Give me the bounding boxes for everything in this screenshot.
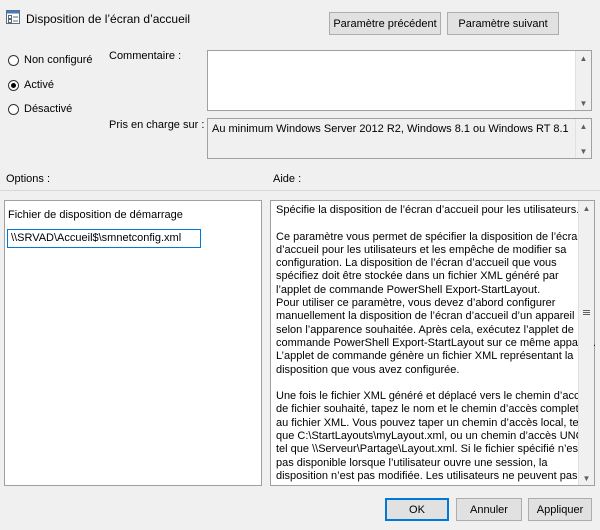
help-line: tel que \\Serveur\Partage\Layout.xml. Si… — [276, 443, 582, 456]
scroll-down-icon[interactable]: ▼ — [579, 471, 594, 485]
help-line: pas disponible lorsque l’utilisateur ouv… — [276, 456, 548, 469]
dialog-title: Disposition de l’écran d’accueil — [26, 12, 191, 26]
radio-button[interactable] — [8, 54, 19, 66]
help-line — [276, 377, 574, 390]
radio-label: Désactivé — [24, 103, 73, 115]
help-line: au fichier XML. Vous pouvez taper un che… — [276, 416, 582, 429]
comment-scrollbar[interactable]: ▲ ▼ — [575, 51, 591, 110]
scroll-thumb-grip-icon[interactable] — [583, 309, 590, 316]
layout-file-input[interactable]: \\SRVAD\Accueil$\smnetconfig.xml — [7, 229, 201, 248]
help-line: spécifiez doit être stockée dans un fich… — [276, 270, 559, 283]
help-line: manuellement la disposition de l’écran d… — [276, 310, 575, 323]
help-line — [276, 217, 574, 230]
help-line: L’applet de commande génère un fichier X… — [276, 350, 574, 363]
radio-disabled[interactable]: Désactivé — [8, 103, 72, 115]
help-line: Pour utiliser ce paramètre, vous devez d… — [276, 297, 556, 310]
comment-textarea[interactable]: ▲ ▼ — [207, 50, 592, 111]
radio-button[interactable] — [8, 79, 19, 91]
apply-button[interactable]: Appliquer — [528, 498, 592, 521]
supported-on-box: Au minimum Windows Server 2012 R2, Windo… — [207, 118, 592, 159]
radio-button[interactable] — [8, 103, 19, 115]
scroll-down-icon[interactable]: ▼ — [576, 96, 591, 110]
radio-enabled[interactable]: Activé — [8, 79, 54, 91]
section-divider — [0, 190, 600, 191]
radio-label: Activé — [24, 79, 54, 91]
help-panel: Spécifie la disposition de l’écran d’acc… — [270, 200, 596, 486]
help-line: que C:\StartLayouts\myLayout.xml, ou un … — [276, 430, 587, 443]
policy-settings-icon — [6, 10, 20, 24]
options-header: Options : — [6, 173, 51, 185]
cancel-button[interactable]: Annuler — [456, 498, 522, 521]
layout-file-label: Fichier de disposition de démarrage — [8, 209, 183, 221]
help-text: Spécifie la disposition de l’écran d’acc… — [276, 204, 596, 483]
radio-not-configured[interactable]: Non configuré — [8, 54, 93, 66]
help-line: Une fois le fichier XML généré et déplac… — [276, 390, 592, 403]
help-line: configuration. La disposition de l’écran… — [276, 257, 557, 270]
scroll-down-icon[interactable]: ▼ — [576, 144, 591, 158]
scroll-up-icon[interactable]: ▲ — [576, 119, 591, 133]
layout-file-value: \\SRVAD\Accueil$\smnetconfig.xml — [11, 232, 182, 244]
help-line: d’accueil pour les utilisateurs et les e… — [276, 243, 567, 256]
previous-setting-button[interactable]: Paramètre précédent — [329, 12, 441, 35]
options-panel: Fichier de disposition de démarrage \\SR… — [4, 200, 262, 486]
scroll-up-icon[interactable]: ▲ — [576, 51, 591, 65]
ok-button[interactable]: OK — [385, 498, 449, 521]
help-line: Spécifie la disposition de l’écran d’acc… — [276, 204, 580, 216]
help-line: disposition n’est pas modifiée. Les util… — [276, 469, 578, 482]
scroll-up-icon[interactable]: ▲ — [579, 201, 594, 215]
help-line: de fichier souhaité, tapez le nom et le … — [276, 403, 579, 416]
help-line: commande PowerShell Export-StartLayout s… — [276, 336, 596, 349]
next-setting-button[interactable]: Paramètre suivant — [447, 12, 559, 35]
help-line: l’applet de commande PowerShell Export-S… — [276, 283, 541, 296]
help-line: disposition que vous avez configurée. — [276, 363, 460, 376]
help-line: selon l’apparence souhaitée. Après cela,… — [276, 323, 574, 336]
help-line: Ce paramètre vous permet de spécifier la… — [276, 230, 584, 243]
radio-label: Non configuré — [24, 54, 93, 66]
help-scrollbar[interactable]: ▲ ▼ — [578, 201, 594, 485]
supported-scrollbar[interactable]: ▲ ▼ — [575, 119, 591, 158]
help-header: Aide : — [273, 173, 302, 185]
comment-label: Commentaire : — [109, 50, 182, 62]
supported-on-value: Au minimum Windows Server 2012 R2, Windo… — [212, 123, 569, 135]
supported-on-label: Pris en charge sur : — [109, 119, 205, 131]
